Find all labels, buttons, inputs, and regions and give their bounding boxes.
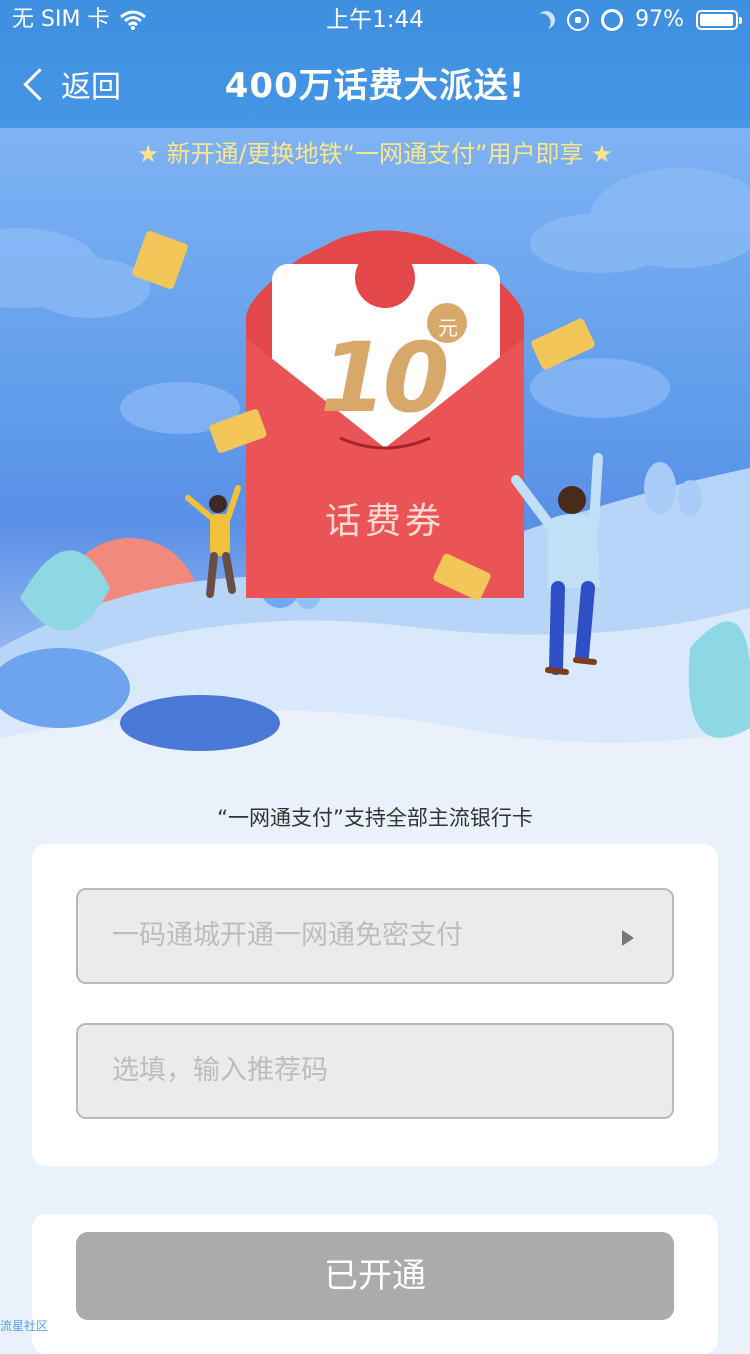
- alarm-icon: [601, 9, 624, 31]
- banner-illustration: [0, 168, 750, 788]
- do-not-disturb-icon: [537, 11, 555, 29]
- navigation-bar: 返回 400万话费大派送!: [0, 40, 750, 128]
- payment-method-select[interactable]: 一码通城开通一网通免密支付: [76, 888, 674, 984]
- payment-select-placeholder: 一码通城开通一网通免密支付: [112, 920, 463, 951]
- rock-icon: [120, 695, 280, 751]
- battery-icon: [696, 10, 742, 30]
- person-left-icon: [185, 485, 241, 598]
- referral-code-input[interactable]: 选填，输入推荐码: [76, 1023, 674, 1119]
- promo-banner: ★ 新开通/更换地铁“一网通支付”用户即享 ★ 元 10 话费券: [0, 128, 750, 788]
- coupon-amount: 10: [320, 322, 450, 434]
- rotation-lock-icon: [567, 9, 590, 31]
- referral-placeholder: 选填，输入推荐码: [112, 1055, 328, 1086]
- activated-button[interactable]: 已开通: [76, 1232, 674, 1320]
- battery-fill: [700, 14, 733, 26]
- page-title: 400万话费大派送!: [224, 66, 526, 106]
- play-arrow-icon: [622, 930, 634, 946]
- action-panel: 已开通: [32, 1214, 718, 1354]
- coupon-label: 话费券: [324, 501, 445, 542]
- status-bar: 无 SIM 卡 上午1:44 97%: [0, 0, 750, 40]
- watermark: 流星社区: [0, 1319, 49, 1333]
- bank-support-caption: “一网通支付”支持全部主流银行卡: [217, 806, 533, 830]
- top-bar: 无 SIM 卡 上午1:44 97% 返回 400万话费大派送!: [0, 0, 750, 128]
- form-panel: 一码通城开通一网通免密支付 选填，输入推荐码: [32, 844, 718, 1166]
- battery-percent: 97%: [635, 7, 684, 32]
- promo-subtitle: ★ 新开通/更换地铁“一网通支付”用户即享 ★: [137, 140, 613, 168]
